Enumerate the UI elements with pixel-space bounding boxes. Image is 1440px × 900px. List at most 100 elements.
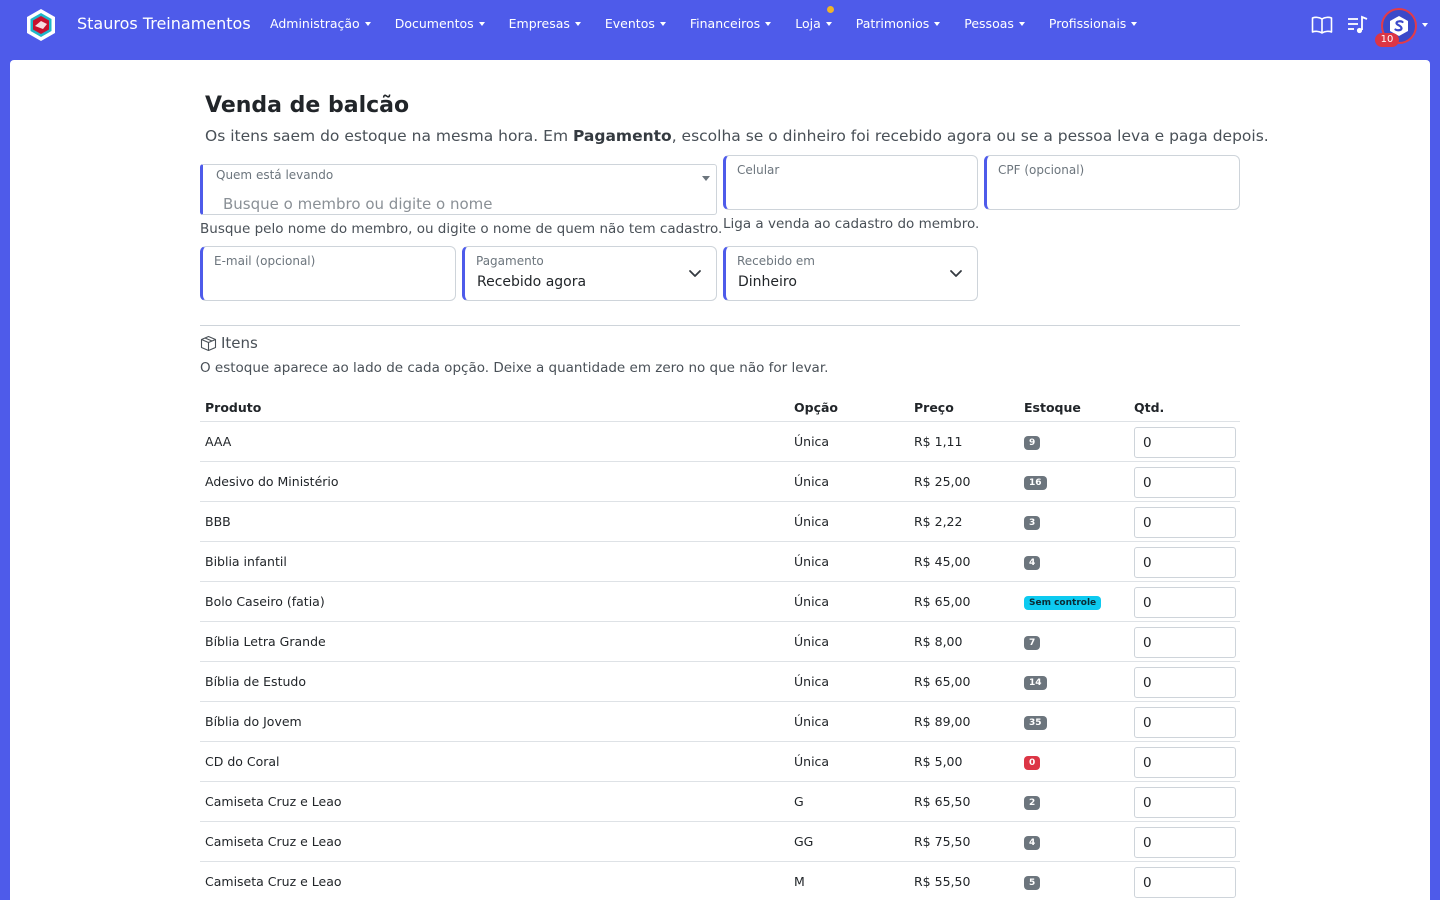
caret-down-icon [659,21,666,26]
chevron-down-icon [950,270,962,277]
stock-badge: 0 [1024,756,1041,770]
section-divider [200,325,1240,326]
product-price: R$ 25,00 [914,474,971,489]
product-price: R$ 89,00 [914,714,971,729]
table-row: AAA Única R$ 1,11 9 [200,422,1240,462]
stock-badge: 5 [1024,876,1041,890]
product-name: Bíblia Letra Grande [205,634,326,649]
nav-item-label: Administração [270,16,360,31]
stock-badge: 7 [1024,636,1041,650]
quantity-input[interactable] [1134,827,1236,858]
nav-item-documentos[interactable]: Documentos [395,16,485,31]
items-title-text: Itens [221,334,258,352]
product-name: Bíblia do Jovem [205,714,302,729]
nav-item-patrimonios[interactable]: Patrimonios [856,16,941,31]
product-name: AAA [205,434,232,449]
product-name: Camiseta Cruz e Leao [205,794,342,809]
caret-down-icon [364,21,371,26]
product-name: Adesivo do Ministério [205,474,339,489]
column-header-price: Preço [914,400,954,415]
subtitle-bold: Pagamento [572,127,672,145]
nav-item-empresas[interactable]: Empresas [509,16,581,31]
product-price: R$ 45,00 [914,554,971,569]
phone-help: Liga a venda ao cadastro do membro. [723,216,980,232]
product-option: Única [794,514,830,529]
table-row: Bíblia do Jovem Única R$ 89,00 35 [200,702,1240,742]
quantity-input[interactable] [1134,467,1236,498]
stock-badge: 9 [1024,436,1041,450]
table-row: BBB Única R$ 2,22 3 [200,502,1240,542]
music-list-icon[interactable] [1347,15,1369,35]
nav-item-financeiros[interactable]: Financeiros [689,16,772,31]
app-logo-icon[interactable] [24,8,58,42]
cpf-input[interactable] [999,183,1214,199]
nav-item-label: Patrimonios [855,16,930,31]
payment-select[interactable]: Pagamento Recebido agora [462,246,717,301]
caret-down-icon[interactable] [1422,23,1428,27]
product-name: CD do Coral [205,754,280,769]
quantity-input[interactable] [1134,587,1236,618]
nav-item-administracao[interactable]: Administração [270,16,371,31]
nav-item-loja[interactable]: Loja [795,6,834,31]
payment-label: Pagamento [476,254,544,268]
stock-badge: 3 [1024,516,1041,530]
quantity-input[interactable] [1134,747,1236,778]
caret-down-icon [934,21,941,26]
quantity-input[interactable] [1134,707,1236,738]
email-input[interactable] [215,274,430,290]
buyer-select[interactable]: Quem está levando Busque o membro ou dig… [200,164,717,215]
product-option: Única [794,594,830,609]
product-name: Camiseta Cruz e Leao [205,874,342,889]
product-option: Única [794,714,830,729]
phone-input[interactable] [738,183,952,199]
nav-item-eventos[interactable]: Eventos [605,16,666,31]
table-row: Camiseta Cruz e Leao GG R$ 75,50 4 [200,822,1240,862]
product-price: R$ 2,22 [914,514,963,529]
caret-down-icon [702,176,710,181]
product-price: R$ 1,11 [914,434,963,449]
app-name[interactable]: Stauros Treinamentos [77,14,251,33]
product-name: Biblia infantil [205,554,287,569]
email-field[interactable]: E-mail (opcional) [200,246,456,301]
product-price: R$ 55,50 [914,874,971,889]
subtitle-text: Os itens saem do estoque na mesma hora. … [205,127,573,145]
stock-badge: 14 [1024,676,1047,690]
book-open-icon[interactable] [1311,15,1333,35]
table-row: Adesivo do Ministério Única R$ 25,00 16 [200,462,1240,502]
caret-down-icon [1131,21,1138,26]
product-name: Camiseta Cruz e Leao [205,834,342,849]
stock-badge: 4 [1024,836,1041,850]
received-in-select[interactable]: Recebido em Dinheiro [723,246,978,301]
product-option: Única [794,434,830,449]
nav-item-profissionais[interactable]: Profissionais [1048,16,1138,31]
caret-down-icon [478,21,485,26]
product-price: R$ 65,50 [914,794,971,809]
chevron-down-icon [689,270,701,277]
table-row: Camiseta Cruz e Leao M R$ 55,50 5 [200,862,1240,900]
column-header-product: Produto [205,400,262,415]
quantity-input[interactable] [1134,427,1236,458]
nav-item-pessoas[interactable]: Pessoas [964,16,1025,31]
notification-dot [826,6,834,13]
nav-item-label: Empresas [508,16,570,31]
quantity-input[interactable] [1134,627,1236,658]
nav-item-label: Pessoas [964,16,1014,31]
quantity-input[interactable] [1134,547,1236,578]
notification-badge: 10 [1375,33,1399,47]
cpf-field[interactable]: CPF (opcional) [984,155,1240,210]
table-header: Produto Opção Preço Estoque Qtd. [200,392,1240,422]
nav-item-label: Profissionais [1048,16,1127,31]
caret-down-icon [825,21,832,26]
product-price: R$ 65,00 [914,594,971,609]
nav-item-label: Financeiros [689,16,761,31]
quantity-input[interactable] [1134,667,1236,698]
table-body: AAA Única R$ 1,11 9 Adesivo do Ministério Úni… [200,422,1240,900]
phone-field[interactable]: Celular [723,155,978,210]
product-option: Única [794,554,830,569]
column-header-qty: Qtd. [1134,400,1165,415]
product-name: Bolo Caseiro (fatia) [205,594,325,609]
quantity-input[interactable] [1134,787,1236,818]
quantity-input[interactable] [1134,507,1236,538]
quantity-input[interactable] [1134,867,1236,898]
cpf-label: CPF (opcional) [998,163,1085,177]
